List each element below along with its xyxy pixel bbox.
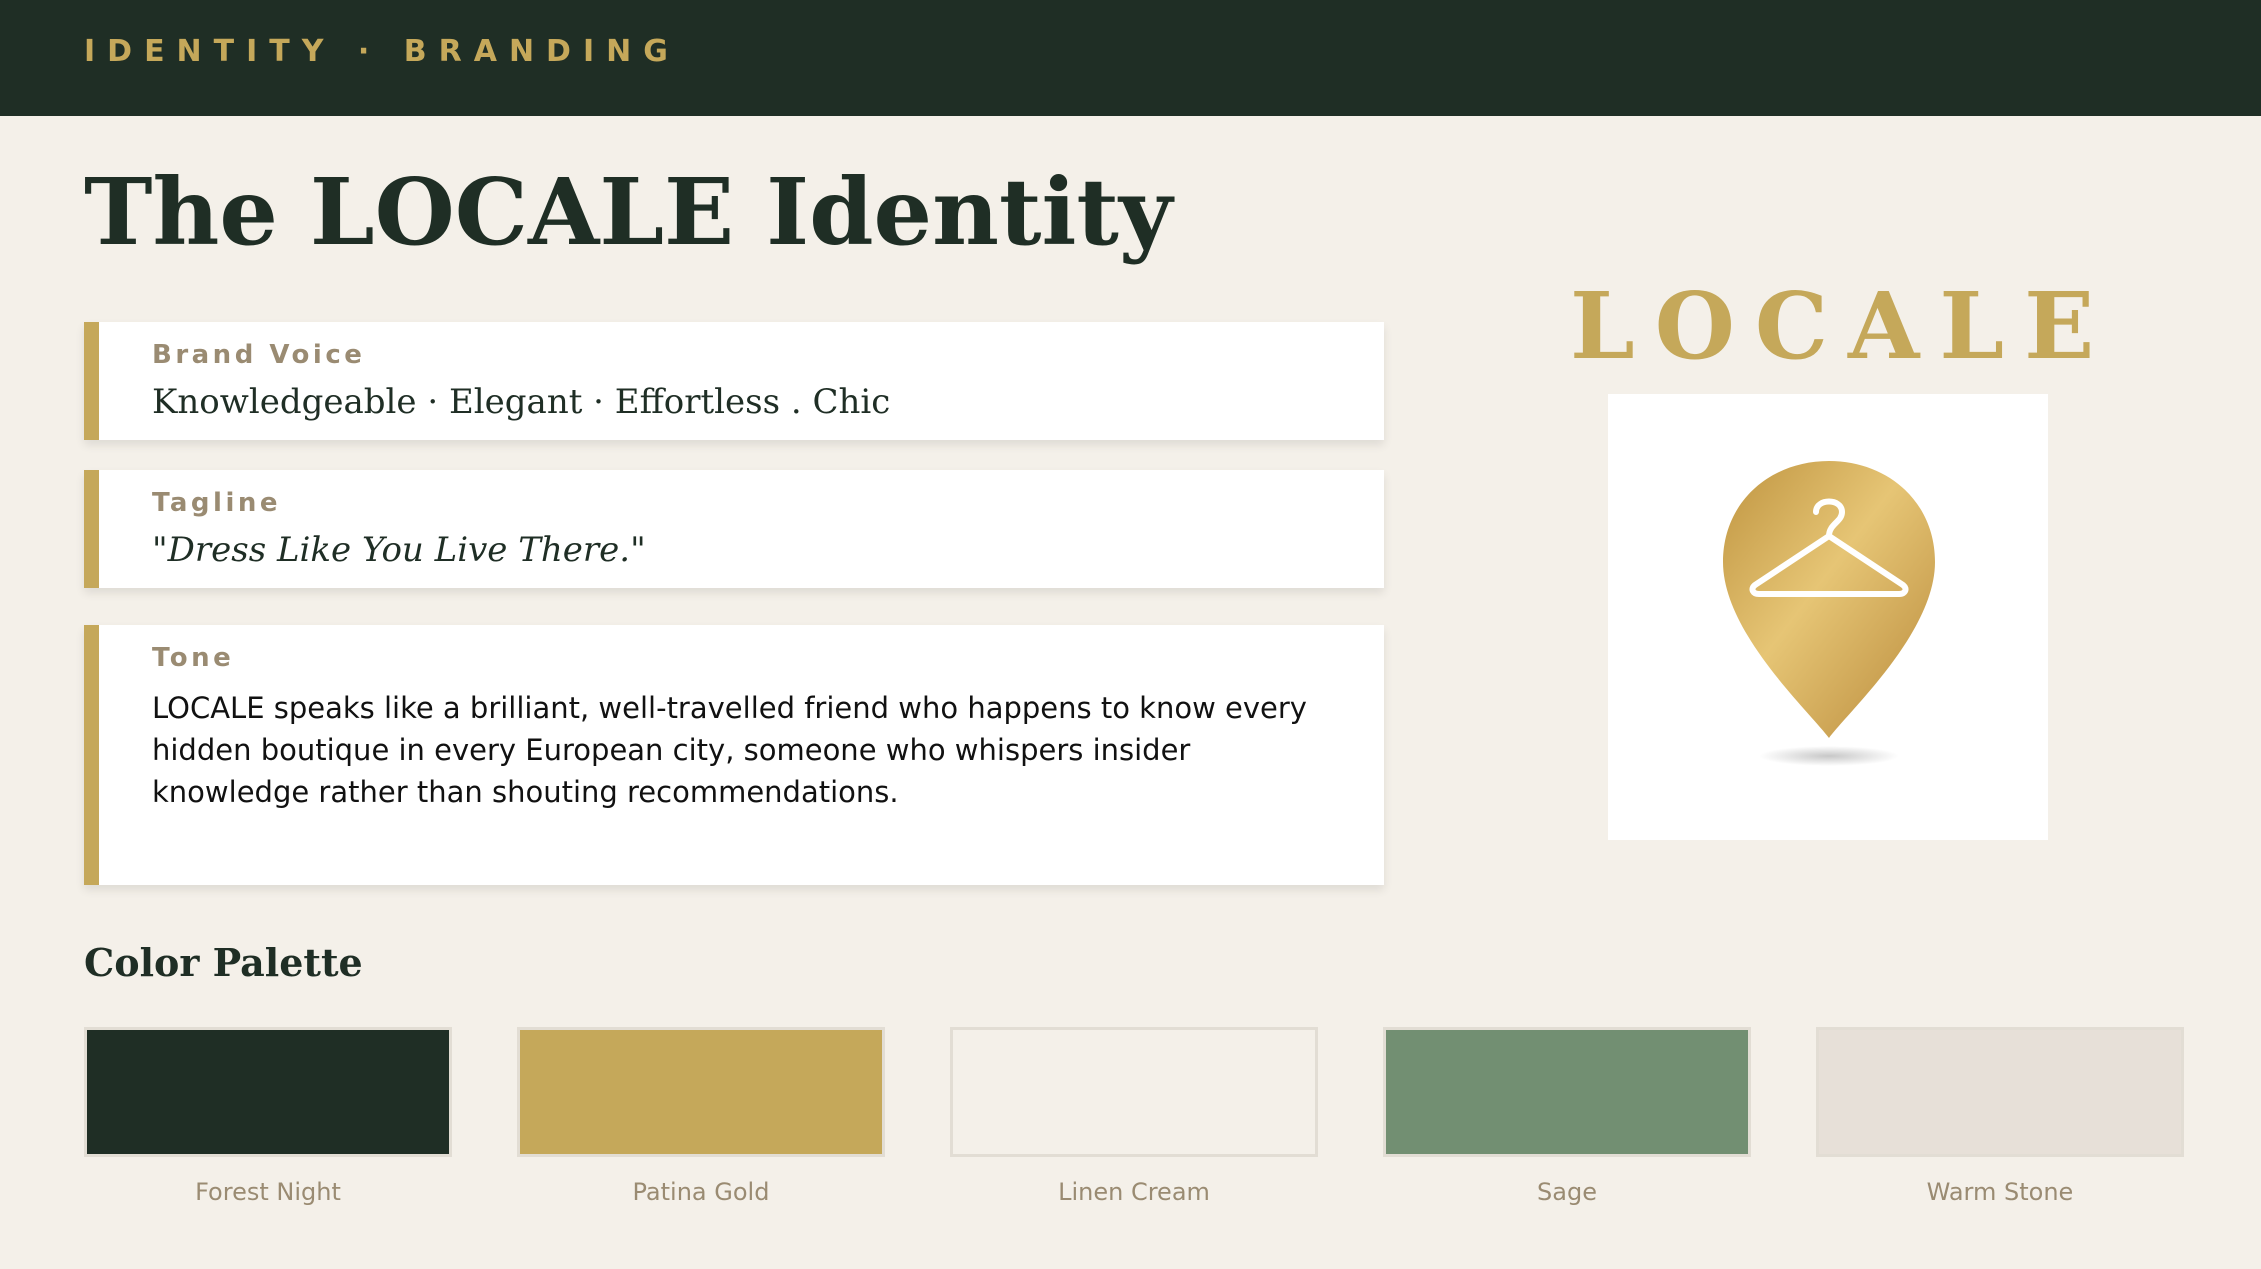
breadcrumb: IDENTITY · BRANDING	[84, 34, 680, 69]
location-pin-hanger-icon	[1723, 461, 1935, 766]
swatch-label-forest-night: Forest Night	[195, 1178, 341, 1206]
swatch-label-linen-cream: Linen Cream	[1058, 1178, 1210, 1206]
swatch-label-warm-stone: Warm Stone	[1926, 1178, 2074, 1206]
tagline-label: Tagline	[152, 488, 282, 518]
tone-label: Tone	[152, 643, 235, 673]
swatch-linen-cream	[950, 1027, 1318, 1157]
swatch-forest-night	[84, 1027, 452, 1157]
swatch-label-sage: Sage	[1537, 1178, 1597, 1206]
page-title: The LOCALE Identity	[84, 158, 1173, 266]
brand-voice-text: Knowledgeable · Elegant · Effortless . C…	[152, 382, 891, 422]
swatch-sage	[1383, 1027, 1751, 1157]
color-palette-title: Color Palette	[84, 940, 363, 985]
logo-tile	[1608, 394, 2048, 840]
pin-shadow	[1759, 746, 1899, 766]
tagline-text: "Dress Like You Live There."	[152, 530, 646, 570]
tone-card: Tone LOCALE speaks like a brilliant, wel…	[84, 625, 1384, 885]
locale-wordmark: LOCALE	[1570, 272, 2115, 380]
tagline-card: Tagline "Dress Like You Live There."	[84, 470, 1384, 588]
swatch-warm-stone	[1816, 1027, 2184, 1157]
brand-voice-card: Brand Voice Knowledgeable · Elegant · Ef…	[84, 322, 1384, 440]
swatch-patina-gold	[517, 1027, 885, 1157]
top-bar: IDENTITY · BRANDING	[0, 0, 2261, 116]
swatch-label-patina-gold: Patina Gold	[632, 1178, 770, 1206]
brand-voice-label: Brand Voice	[152, 340, 366, 370]
tone-text: LOCALE speaks like a brilliant, well-tra…	[152, 691, 1307, 809]
